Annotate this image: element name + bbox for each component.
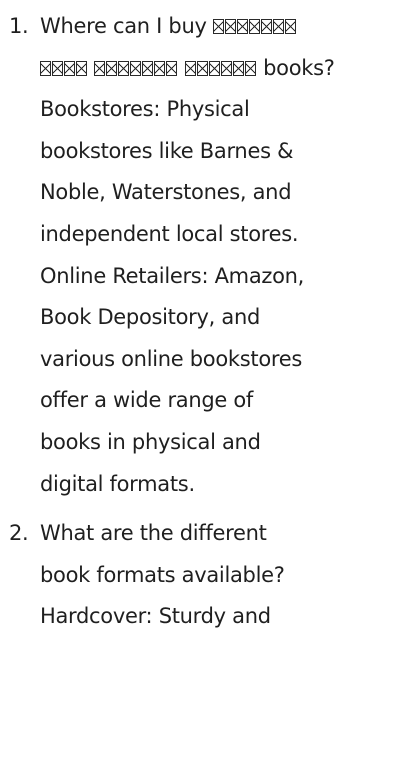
- missing-glyph-icon: [106, 60, 118, 76]
- missing-glyph-icon: [154, 60, 166, 76]
- missing-glyph-icon: [248, 19, 260, 34]
- faq-line: independent local stores.: [40, 221, 299, 246]
- missing-glyph-icon: [212, 19, 224, 34]
- faq-line-text: Where can I buy: [40, 14, 213, 38]
- missing-glyph-icon: [142, 60, 154, 76]
- missing-glyph-icon: [130, 60, 142, 76]
- faq-item: 1. Where can I buy books? Bookstores: Ph…: [0, 0, 404, 505]
- missing-glyph-icon: [244, 60, 256, 76]
- missing-glyph-icon: [118, 60, 130, 76]
- missing-glyph-icon: [232, 60, 244, 76]
- faq-line: bookstores like Barnes &: [40, 138, 294, 163]
- faq-item-number: 1.: [9, 14, 29, 38]
- missing-glyph-icon: [52, 60, 63, 76]
- missing-glyph-icon: [272, 19, 284, 34]
- faq-line: Book Depository, and: [40, 305, 260, 330]
- missing-glyph-icon: [284, 19, 296, 34]
- missing-glyph-word: [94, 48, 178, 90]
- faq-line: Online Retailers: Amazon,: [40, 263, 305, 288]
- missing-glyph-word: [184, 48, 257, 90]
- missing-glyph-icon: [76, 60, 87, 76]
- faq-item-number: 2.: [9, 521, 29, 546]
- faq-line: books?: [40, 48, 396, 90]
- missing-glyph-icon: [40, 60, 51, 76]
- faq-line-text: books?: [256, 55, 335, 80]
- faq-line: Where can I buy: [40, 6, 396, 48]
- missing-glyph-icon: [64, 60, 75, 76]
- missing-glyph-word: [212, 6, 297, 48]
- missing-glyph-icon: [208, 60, 220, 76]
- faq-line: What are the different: [40, 521, 267, 546]
- missing-glyph-icon: [236, 19, 248, 34]
- missing-glyph-word: [40, 48, 88, 90]
- missing-glyph-icon: [94, 60, 106, 76]
- faq-line: Bookstores: Physical: [40, 97, 250, 122]
- faq-line: various online bookstores: [40, 346, 303, 371]
- missing-glyph-icon: [220, 60, 232, 76]
- missing-glyph-icon: [224, 19, 236, 34]
- missing-glyph-icon: [184, 60, 196, 76]
- faq-line: Noble, Waterstones, and: [40, 180, 292, 205]
- faq-line: offer a wide range of: [40, 388, 254, 413]
- faq-line: books in physical and: [40, 429, 261, 454]
- faq-line: book formats available?: [40, 562, 285, 587]
- faq-line: digital formats.: [40, 471, 195, 496]
- faq-list: 1. Where can I buy books? Bookstores: Ph…: [0, 0, 404, 638]
- missing-glyph-icon: [166, 60, 178, 76]
- faq-line: Hardcover: Sturdy and: [40, 604, 271, 629]
- faq-item: 2. What are the different book formats a…: [0, 505, 404, 638]
- missing-glyph-icon: [260, 19, 272, 34]
- missing-glyph-icon: [196, 60, 208, 76]
